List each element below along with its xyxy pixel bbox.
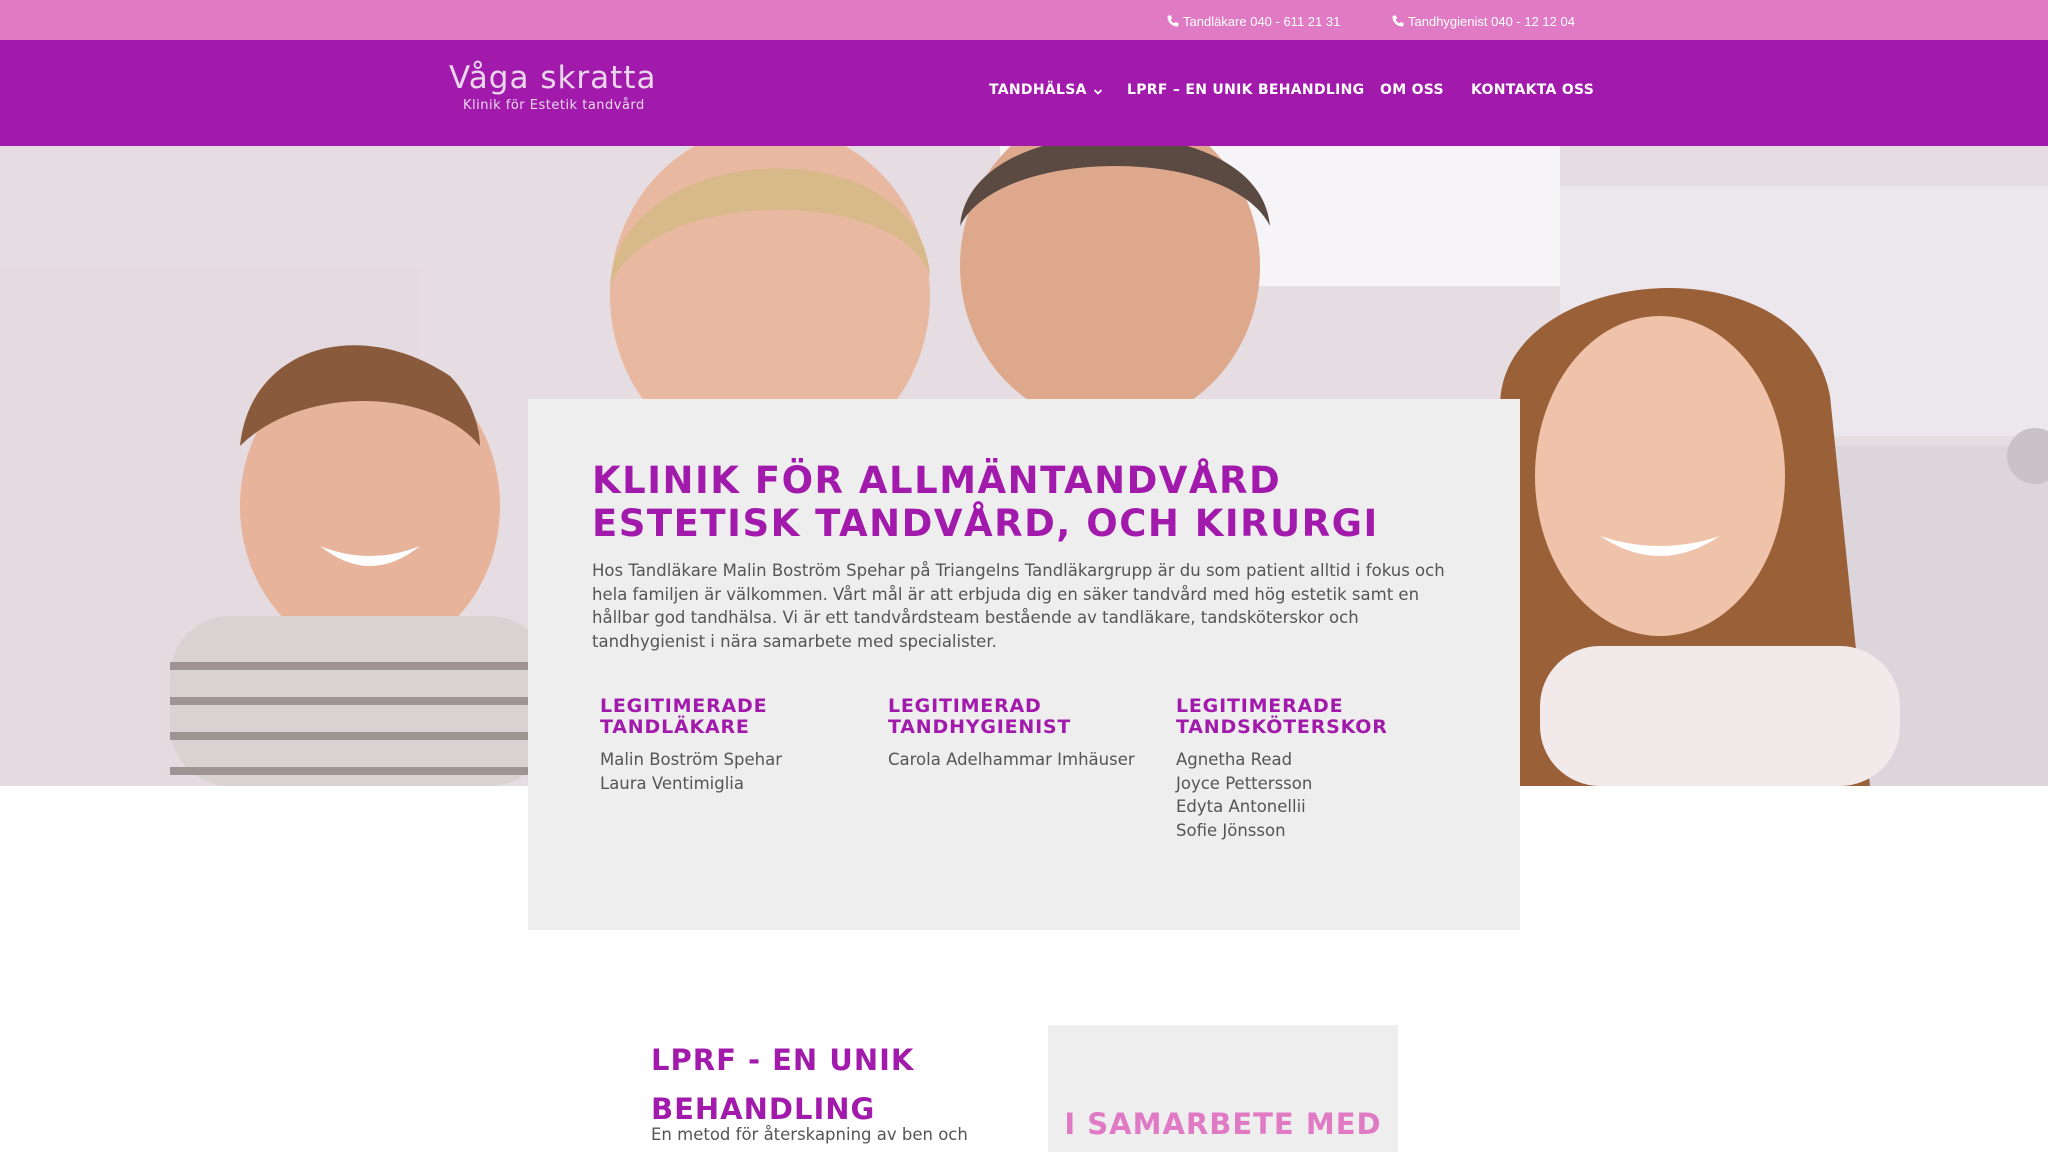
dentist-phone-link[interactable]: Tandläkare 040 - 611 21 31: [1166, 13, 1340, 29]
phone-icon: [1391, 14, 1405, 28]
staff-name: Joyce Pettersson: [1176, 773, 1313, 793]
hygienist-phone-label: Tandhygienist 040 - 12 12 04: [1408, 13, 1575, 29]
hygienist-phone-link[interactable]: Tandhygienist 040 - 12 12 04: [1391, 13, 1575, 29]
phone-icon: [1166, 14, 1180, 28]
staff-name: Sofie Jönsson: [1176, 820, 1286, 840]
staff-heading: LEGITIMERAD TANDHYGIENIST: [888, 695, 1072, 738]
nav-item-label: TANDHÄLSA: [989, 82, 1087, 98]
staff-column-hygienist: LEGITIMERAD TANDHYGIENIST Carola Adelham…: [888, 696, 1148, 772]
lprf-text: En metod för återskapning av ben och: [651, 1125, 968, 1144]
nav-item-tandhalsa[interactable]: TANDHÄLSA: [989, 82, 1103, 98]
staff-column-dentists: LEGITIMERADE TANDLÄKARE Malin Boström Sp…: [600, 696, 860, 795]
dentist-phone-label: Tandläkare 040 - 611 21 31: [1183, 13, 1341, 29]
main-nav: TANDHÄLSA LPRF – EN UNIK BEHANDLING OM O…: [0, 82, 2048, 102]
intro-card: KLINIK FÖR ALLMÄNTANDVÅRD ESTETISK TANDV…: [528, 399, 1520, 930]
staff-name: Laura Ventimiglia: [600, 773, 744, 793]
partner-box: I SAMARBETE MED: [1048, 1025, 1398, 1152]
nav-item-om-oss[interactable]: OM OSS: [1380, 82, 1444, 98]
nav-item-label: LPRF – EN UNIK BEHANDLING: [1127, 82, 1365, 98]
staff-name: Agnetha Read: [1176, 750, 1293, 769]
partner-heading: I SAMARBETE MED: [1064, 1107, 1382, 1141]
intro-text: Hos Tandläkare Malin Boström Spehar på T…: [592, 561, 1445, 651]
chevron-down-icon: [1093, 85, 1103, 95]
staff-name: Edyta Antonellii: [1176, 797, 1306, 816]
staff-column-nurses: LEGITIMERADE TANDSKÖTERSKOR Agnetha Read…: [1176, 696, 1436, 842]
nav-item-label: OM OSS: [1380, 82, 1444, 98]
staff-heading: LEGITIMERADE TANDLÄKARE: [600, 695, 768, 738]
page-title: KLINIK FÖR ALLMÄNTANDVÅRD ESTETISK TANDV…: [592, 459, 1379, 545]
staff-name: Malin Boström Spehar: [600, 750, 782, 769]
nav-item-lprf[interactable]: LPRF – EN UNIK BEHANDLING: [1127, 82, 1364, 98]
main-header: Våga skratta Klinik för Estetik tandvård…: [0, 40, 2048, 146]
top-contact-bar: Tandläkare 040 - 611 21 31 Tandhygienist…: [0, 0, 2048, 40]
staff-name: Carola Adelhammar Imhäuser: [888, 750, 1135, 769]
staff-heading: LEGITIMERADE TANDSKÖTERSKOR: [1176, 695, 1388, 738]
nav-item-kontakta-oss[interactable]: KONTAKTA OSS: [1471, 82, 1594, 98]
nav-item-label: KONTAKTA OSS: [1471, 82, 1595, 98]
lprf-heading: LPRF - EN UNIK BEHANDLING: [651, 1043, 915, 1126]
